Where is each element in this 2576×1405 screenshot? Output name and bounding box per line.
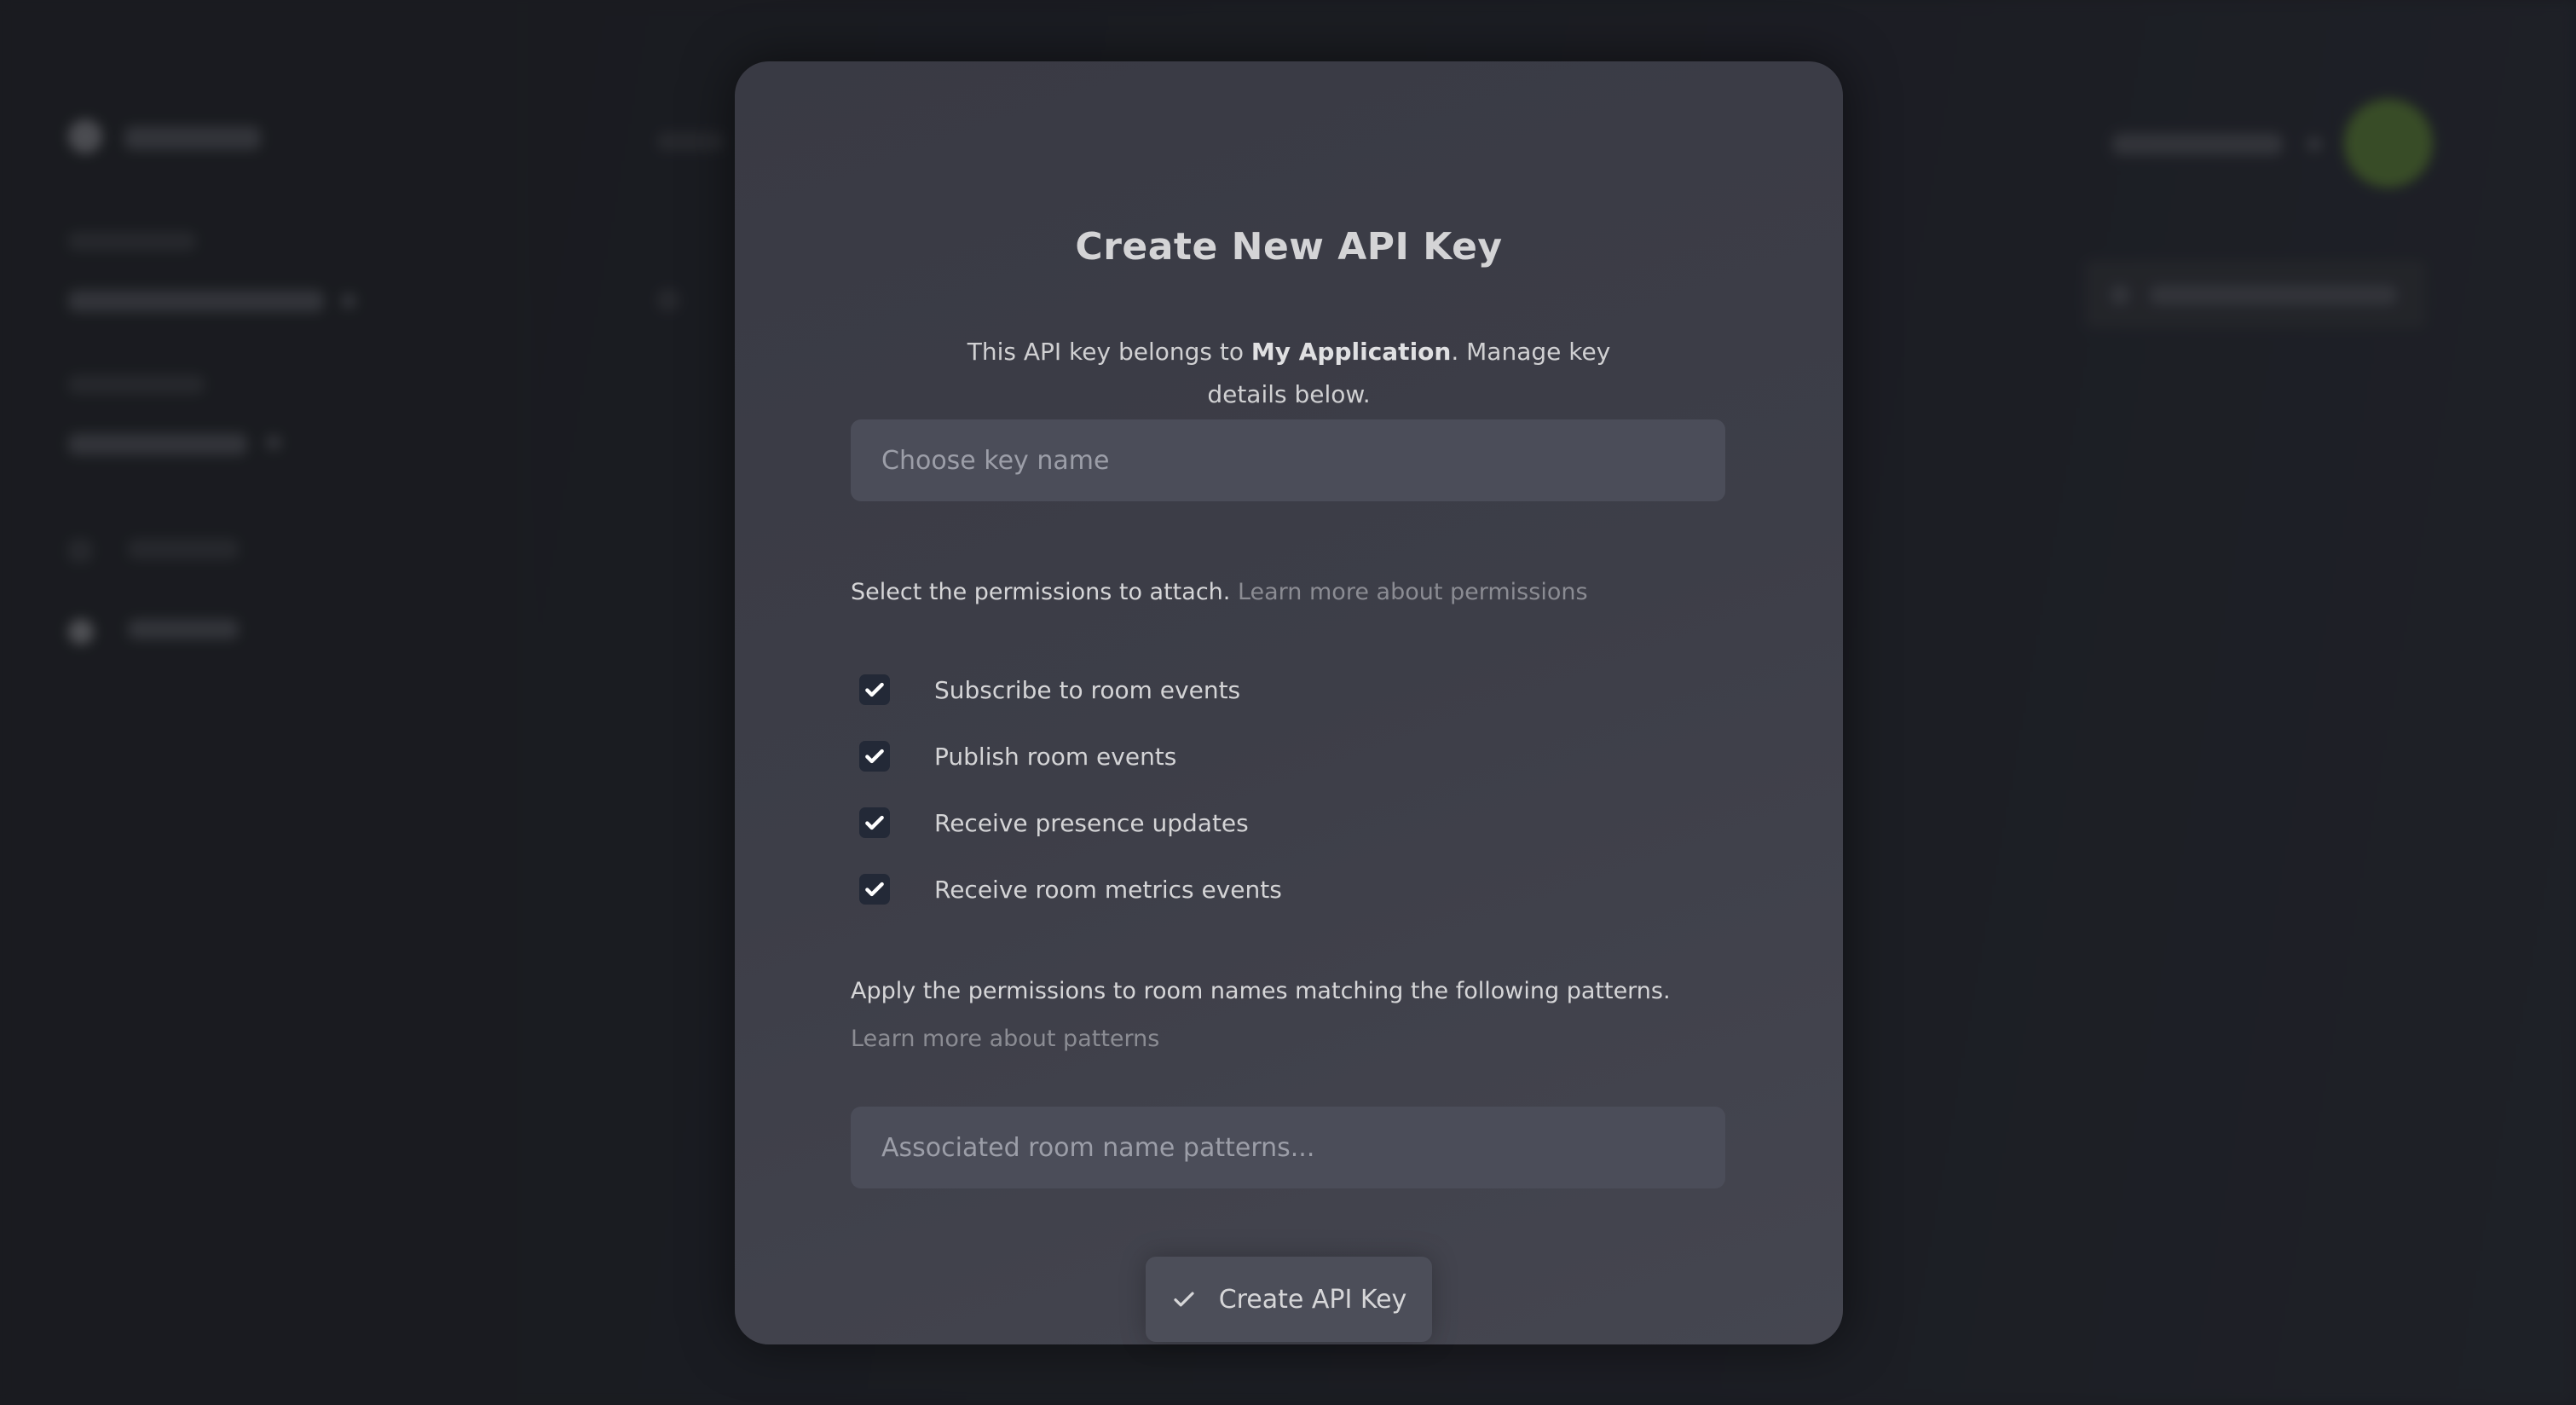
check-icon (1174, 1292, 1194, 1307)
permission-checkbox[interactable] (859, 807, 890, 838)
permission-item[interactable]: Receive presence updates (859, 789, 1626, 856)
permission-label: Subscribe to room events (934, 675, 1241, 704)
check-icon (865, 815, 884, 830)
permission-checkbox[interactable] (859, 674, 890, 705)
permission-label: Receive room metrics events (934, 875, 1282, 904)
permissions-intro: Select the permissions to attach. Learn … (851, 569, 1729, 616)
permission-item[interactable]: Receive room metrics events (859, 856, 1626, 922)
patterns-intro: Apply the permissions to room names matc… (851, 968, 1729, 1063)
permission-item[interactable]: Publish room events (859, 723, 1626, 789)
modal-title: Create New API Key (1075, 225, 1503, 269)
permissions-intro-text: Select the permissions to attach. (851, 579, 1231, 605)
app-root: Create New API Key This API key belongs … (0, 0, 2576, 1405)
subtitle-prefix: This API key belongs to (967, 338, 1251, 366)
learn-more-patterns-link[interactable]: Learn more about patterns (851, 1026, 1159, 1052)
check-icon (865, 682, 884, 697)
create-api-key-button[interactable]: Create API Key (1146, 1257, 1432, 1342)
patterns-intro-text: Apply the permissions to room names matc… (851, 978, 1671, 1004)
permission-checkbox[interactable] (859, 741, 890, 772)
learn-more-permissions-link[interactable]: Learn more about permissions (1238, 579, 1588, 605)
permission-checkbox[interactable] (859, 874, 890, 905)
modal-subtitle: This API key belongs to My Application. … (948, 331, 1630, 416)
create-api-key-label: Create API Key (1218, 1284, 1407, 1315)
key-name-input[interactable] (851, 419, 1725, 501)
check-icon (865, 882, 884, 897)
permissions-list: Subscribe to room events Publish room ev… (859, 656, 1626, 922)
create-api-key-modal: Create New API Key This API key belongs … (735, 61, 1843, 1344)
permission-item[interactable]: Subscribe to room events (859, 656, 1626, 723)
permission-label: Receive presence updates (934, 808, 1249, 837)
permission-label: Publish room events (934, 742, 1177, 771)
room-patterns-input[interactable] (851, 1107, 1725, 1188)
application-name: My Application (1250, 338, 1452, 366)
check-icon (865, 749, 884, 764)
